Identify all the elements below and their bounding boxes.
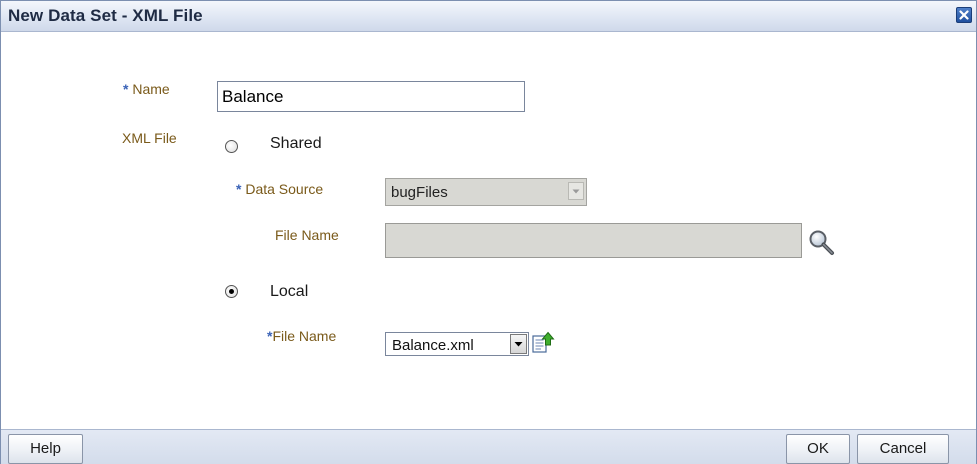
- local-file-name-value: Balance.xml: [392, 337, 474, 354]
- chevron-down-icon[interactable]: [510, 334, 527, 354]
- xml-file-label: XML File: [122, 130, 177, 146]
- chevron-down-icon[interactable]: [568, 182, 584, 200]
- shared-radio-label: Shared: [270, 135, 322, 152]
- ok-button[interactable]: OK: [786, 434, 850, 464]
- radio-selected-dot: [229, 289, 234, 294]
- name-label: * Name: [123, 81, 170, 97]
- close-icon[interactable]: [956, 7, 972, 23]
- name-field[interactable]: [217, 81, 525, 112]
- new-data-set-dialog: New Data Set - XML File * Name XML File …: [0, 0, 977, 464]
- dialog-footer: Help OK Cancel: [1, 429, 976, 464]
- data-source-value: bugFiles: [391, 184, 448, 201]
- shared-radio[interactable]: [225, 140, 238, 153]
- local-radio[interactable]: [225, 285, 238, 298]
- data-source-select[interactable]: bugFiles: [385, 178, 587, 206]
- cancel-button[interactable]: Cancel: [857, 434, 949, 464]
- dialog-title: New Data Set - XML File: [8, 6, 203, 25]
- magnifier-icon[interactable]: [807, 229, 837, 257]
- data-source-label: * Data Source: [236, 181, 324, 197]
- local-file-name-label: *File Name: [267, 328, 337, 344]
- shared-file-name-label: File Name: [275, 227, 339, 243]
- dialog-titlebar: New Data Set - XML File: [1, 1, 976, 32]
- upload-icon[interactable]: [531, 331, 555, 355]
- local-file-name-select[interactable]: Balance.xml: [385, 332, 529, 356]
- help-button[interactable]: Help: [8, 434, 83, 464]
- local-radio-label: Local: [270, 283, 309, 300]
- shared-file-name-field[interactable]: [385, 223, 802, 258]
